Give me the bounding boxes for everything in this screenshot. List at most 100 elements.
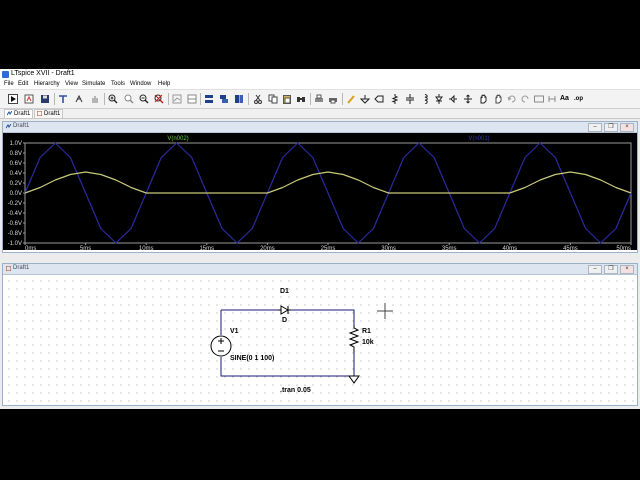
spice-directive-icon[interactable]: .op xyxy=(574,94,584,104)
menu-tools[interactable]: Tools xyxy=(111,81,125,87)
find-icon[interactable] xyxy=(296,94,306,104)
restore-button[interactable]: ❐ xyxy=(604,265,618,274)
tab-draft1-plot[interactable]: Draft1 xyxy=(4,109,34,118)
y-tick-label: -1.0V xyxy=(8,241,22,247)
diode-icon[interactable] xyxy=(434,94,444,104)
autorange-icon[interactable] xyxy=(172,94,182,104)
mirror-icon[interactable] xyxy=(547,94,557,104)
plot-window-icon xyxy=(6,124,11,129)
minimize-button[interactable]: – xyxy=(588,265,602,274)
halt-icon[interactable] xyxy=(74,94,84,104)
y-tick-label: -0.2V xyxy=(8,201,22,207)
resistor-value-label[interactable]: 10k xyxy=(362,339,374,346)
close-button[interactable]: × xyxy=(620,265,634,274)
y-tick-label: 0.2V xyxy=(10,181,22,187)
inductor-icon[interactable] xyxy=(420,94,430,104)
schematic-canvas[interactable]: D1 D V1 SINE(0 1 100) R1 10k .tran 0.05 xyxy=(3,275,637,403)
zoom-in-icon[interactable] xyxy=(108,94,118,104)
cascade-icon[interactable] xyxy=(204,94,214,104)
ground-symbol[interactable] xyxy=(348,375,360,384)
pan-icon[interactable] xyxy=(90,94,100,104)
toolbar-separator xyxy=(200,93,201,105)
new-schematic-icon[interactable] xyxy=(24,94,34,104)
menu-window[interactable]: Window xyxy=(130,81,151,87)
ltspice-window: LTspice XVII - Draft1 File Edit Hierarch… xyxy=(0,69,640,409)
y-tick-label: 0.8V xyxy=(10,151,22,157)
legend-label: V(n001) xyxy=(468,136,489,142)
grab-icon[interactable] xyxy=(493,94,503,104)
diode-symbol[interactable] xyxy=(278,305,291,315)
toolbar-separator xyxy=(104,93,105,105)
toolbar-separator xyxy=(168,93,169,105)
schematic-window-title: Draft1 xyxy=(13,265,30,271)
diode-model-label[interactable]: D xyxy=(282,317,287,324)
circuit-drawing xyxy=(210,303,393,384)
redo-icon[interactable] xyxy=(520,94,530,104)
tab-draft1-schematic[interactable]: Draft1 xyxy=(34,109,64,118)
restore-button[interactable]: ❐ xyxy=(604,123,618,132)
draw-wire-icon[interactable] xyxy=(346,94,356,104)
y-tick-label: -0.4V xyxy=(8,211,22,217)
capacitor-icon[interactable] xyxy=(405,94,415,104)
toolbar-separator xyxy=(310,93,311,105)
tile-vertical-icon[interactable] xyxy=(219,94,229,104)
x-tick-label: 45ms xyxy=(563,246,578,250)
minimize-button[interactable]: – xyxy=(588,123,602,132)
x-tick-label: 15ms xyxy=(199,246,214,250)
paste-icon[interactable] xyxy=(282,94,292,104)
drag-icon[interactable] xyxy=(478,94,488,104)
save-icon[interactable] xyxy=(40,94,50,104)
resistor-ref-label[interactable]: R1 xyxy=(362,328,371,335)
tab-label: Draft1 xyxy=(44,111,61,117)
move-icon[interactable] xyxy=(463,94,473,104)
print-icon[interactable] xyxy=(314,94,324,104)
print-setup-icon[interactable] xyxy=(328,94,338,104)
control-panel-icon[interactable] xyxy=(58,94,68,104)
source-ref-label[interactable]: V1 xyxy=(230,328,239,335)
copy-icon[interactable] xyxy=(268,94,278,104)
spice-directive-text[interactable]: .tran 0.05 xyxy=(280,387,311,394)
zoom-fit-icon[interactable] xyxy=(154,94,164,104)
y-tick-label: 0.4V xyxy=(10,171,22,177)
resistor-symbol[interactable] xyxy=(348,325,360,352)
wire-top-right[interactable] xyxy=(291,309,355,325)
voltage-source-symbol[interactable] xyxy=(210,335,232,357)
plot-window-title-bar: Draft1 – ❐ × xyxy=(3,122,637,133)
x-tick-label: 40ms xyxy=(502,246,517,250)
toolbar-separator xyxy=(342,93,343,105)
ground-icon[interactable] xyxy=(360,94,370,104)
cut-icon[interactable] xyxy=(253,94,263,104)
x-tick-label: 30ms xyxy=(381,246,396,250)
menu-simulate[interactable]: Simulate xyxy=(82,81,105,87)
source-value-label[interactable]: SINE(0 1 100) xyxy=(230,355,274,362)
plot-window: Draft1 – ❐ × 1.0V 0.8V 0.6V 0.4V 0.2V 0.0V -0.2V… xyxy=(2,121,638,253)
schematic-window-title-bar: Draft1 – ❐ × xyxy=(3,264,637,275)
text-icon[interactable]: Aa xyxy=(560,94,570,104)
menu-edit[interactable]: Edit xyxy=(18,81,28,87)
schematic-tab-icon xyxy=(37,111,42,116)
run-icon[interactable] xyxy=(8,94,18,104)
menu-help[interactable]: Help xyxy=(158,81,170,87)
menu-file[interactable]: File xyxy=(4,81,14,87)
x-tick-label: 50ms xyxy=(616,246,631,250)
menu-view[interactable]: View xyxy=(65,81,78,87)
component-icon[interactable] xyxy=(448,94,458,104)
y-tick-label: 0.0V xyxy=(10,191,22,197)
diode-ref-label[interactable]: D1 xyxy=(280,288,289,295)
plot-tab-icon xyxy=(7,111,12,116)
window-title: LTspice XVII - Draft1 xyxy=(11,70,75,77)
rotate-icon[interactable] xyxy=(534,94,544,104)
cascade-windows-icon[interactable] xyxy=(234,94,244,104)
resistor-icon[interactable] xyxy=(390,94,400,104)
menu-hierarchy[interactable]: Hierarchy xyxy=(34,81,60,87)
y-tick-label: 0.6V xyxy=(10,161,22,167)
tile-horizontal-icon[interactable] xyxy=(187,94,197,104)
undo-icon[interactable] xyxy=(507,94,517,104)
zoom-area-icon[interactable] xyxy=(124,94,134,104)
waveform-plot[interactable]: 1.0V 0.8V 0.6V 0.4V 0.2V 0.0V -0.2V -0.4V -0.6V -… xyxy=(3,133,637,250)
label-net-icon[interactable] xyxy=(374,94,384,104)
legend-label: V(n002) xyxy=(167,136,188,142)
zoom-out-icon[interactable] xyxy=(139,94,149,104)
close-button[interactable]: × xyxy=(620,123,634,132)
directive-glyph: .op xyxy=(574,96,583,102)
